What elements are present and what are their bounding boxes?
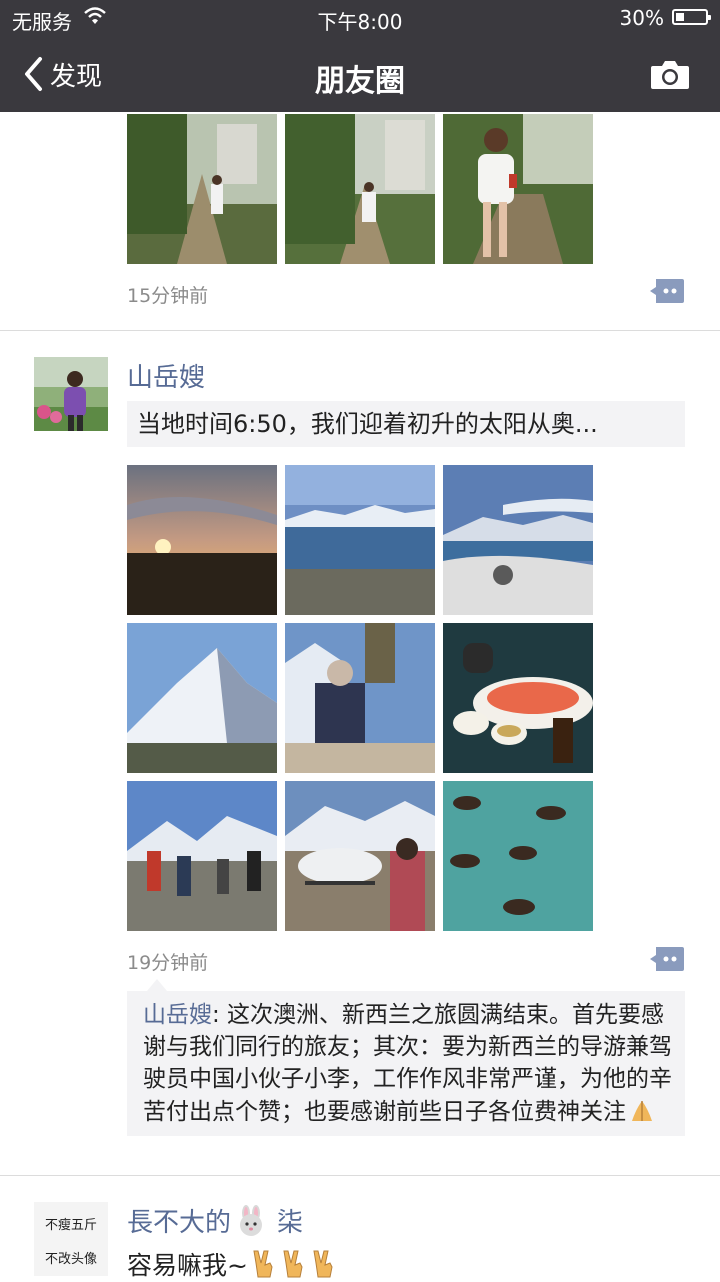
comment-bubble-icon[interactable]	[650, 947, 684, 971]
post-time: 15分钟前	[127, 285, 209, 307]
camera-icon[interactable]	[650, 58, 690, 90]
post-photo[interactable]	[443, 623, 593, 773]
page-title: 朋友圈	[315, 64, 405, 99]
post-photo[interactable]	[285, 623, 435, 773]
victory-hand-emoji-icon	[253, 1250, 273, 1278]
post-author-name: 長不大的	[127, 1208, 232, 1238]
avatar[interactable]: 不瘦五斤 不改头像	[34, 1202, 108, 1276]
victory-hand-emoji-icon	[313, 1250, 333, 1278]
post-photo[interactable]	[443, 781, 593, 931]
status-time: 下午8:00	[317, 10, 403, 34]
comment-pointer	[147, 979, 167, 991]
post-author-name-suffix: 柒	[277, 1208, 304, 1238]
post-text: 容易嘛我~	[127, 1246, 338, 1282]
battery-icon	[672, 9, 711, 25]
post-text-body: 容易嘛我~	[127, 1251, 248, 1280]
post-photo[interactable]	[127, 465, 277, 615]
comment-item[interactable]: 山岳嫂: 这次澳洲、新西兰之旅圆满结束。首先要感谢与我们同行的旅友；其次：要为新…	[127, 991, 685, 1136]
post-photo[interactable]	[127, 114, 277, 264]
post-photo[interactable]	[443, 114, 593, 264]
avatar-text-line1: 不瘦五斤	[44, 1218, 97, 1233]
post-time: 19分钟前	[127, 952, 209, 974]
post-photo[interactable]	[285, 465, 435, 615]
bunny-emoji-icon	[240, 1204, 263, 1236]
comment-area: 山岳嫂: 这次澳洲、新西兰之旅圆满结束。首先要感谢与我们同行的旅友；其次：要为新…	[127, 979, 685, 1136]
avatar-text-line2: 不改头像	[44, 1252, 97, 1267]
post-photo[interactable]	[285, 114, 435, 264]
status-bar: 无服务 下午8:00 30%	[0, 0, 720, 36]
post-photo[interactable]	[443, 465, 593, 615]
post-divider	[0, 1175, 720, 1176]
post-divider	[0, 330, 720, 331]
nav-bar: 发现 朋友圈	[0, 36, 720, 112]
post-photo[interactable]	[127, 781, 277, 931]
comment-author[interactable]: 山岳嫂	[143, 1002, 212, 1028]
victory-hand-emoji-icon	[283, 1250, 303, 1278]
comment-body: : 这次澳洲、新西兰之旅圆满结束。首先要感谢与我们同行的旅友；其次：要为新西兰的…	[143, 1002, 672, 1125]
avatar[interactable]	[34, 357, 108, 431]
post-photo[interactable]	[127, 623, 277, 773]
post-photo[interactable]	[285, 781, 435, 931]
praying-hands-emoji-icon	[632, 1101, 652, 1121]
battery-percent: 30%	[619, 6, 664, 30]
post-author[interactable]: 山岳嫂	[127, 357, 205, 394]
post-author[interactable]: 長不大的 柒	[127, 1202, 303, 1239]
comment-bubble-icon[interactable]	[650, 279, 684, 303]
shared-article-link[interactable]: 当地时间6:50，我们迎着初升的太阳从奥...	[127, 401, 685, 447]
